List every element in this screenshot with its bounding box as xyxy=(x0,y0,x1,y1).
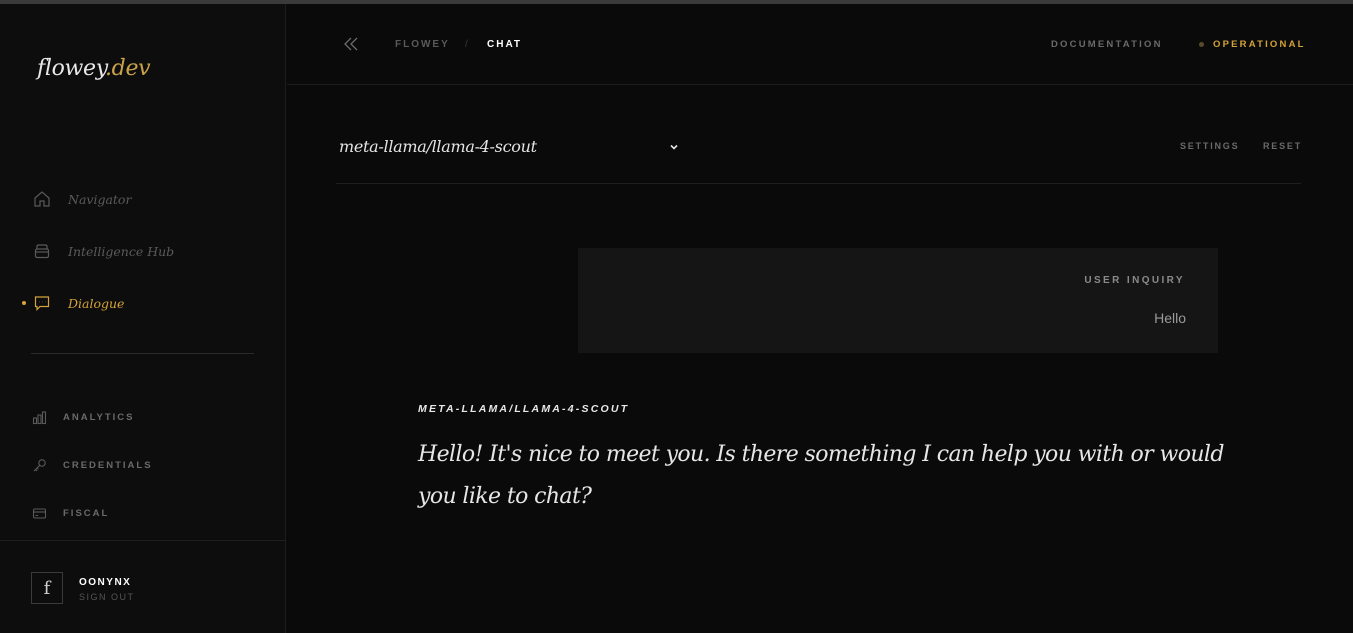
sidebar-divider xyxy=(31,353,254,354)
active-indicator xyxy=(22,249,26,253)
sidebar-item-analytics[interactable]: ANALYTICS xyxy=(31,408,135,426)
sidebar-item-label: FISCAL xyxy=(63,507,110,519)
archive-icon xyxy=(32,241,52,261)
sidebar-item-label: CREDENTIALS xyxy=(63,459,153,471)
sidebar-item-fiscal[interactable]: FISCAL xyxy=(31,504,109,522)
model-selector[interactable]: meta-llama/llama-4-scout xyxy=(339,134,684,158)
home-icon xyxy=(32,189,52,209)
settings-button[interactable]: SETTINGS xyxy=(1180,141,1239,151)
breadcrumb-root[interactable]: FLOWEY xyxy=(395,39,450,50)
bar-chart-icon xyxy=(31,409,47,425)
top-bar: FLOWEY / CHAT DOCUMENTATION OPERATIONAL xyxy=(287,4,1353,85)
sidebar-item-label: ANALYTICS xyxy=(63,411,135,423)
active-indicator xyxy=(22,197,26,201)
sign-out-link[interactable]: SIGN OUT xyxy=(79,592,135,602)
key-icon xyxy=(31,457,47,473)
breadcrumb-current: CHAT xyxy=(487,39,523,50)
user-name: OONYNX xyxy=(79,577,132,588)
collapse-sidebar-icon[interactable] xyxy=(343,36,361,52)
documentation-link[interactable]: DOCUMENTATION xyxy=(1051,39,1163,50)
chevron-down-icon xyxy=(668,140,680,152)
user-message-text: Hello xyxy=(1154,310,1186,326)
sidebar-item-label: Dialogue xyxy=(68,295,125,311)
sidebar-item-navigator[interactable]: Navigator xyxy=(22,187,262,211)
status-indicator-dot xyxy=(1199,42,1204,47)
brand-logo[interactable]: flowey.dev xyxy=(37,56,151,81)
status-badge: OPERATIONAL xyxy=(1213,39,1306,50)
breadcrumb-separator: / xyxy=(465,39,470,50)
assistant-model-label: META-LLAMA/LLAMA-4-SCOUT xyxy=(418,403,630,415)
brand-tld: .dev xyxy=(104,56,151,81)
credit-card-icon xyxy=(31,505,47,521)
sidebar: flowey.dev Navigator Intelligence Hub Di… xyxy=(0,4,286,633)
user-message-header: USER INQUIRY xyxy=(1084,275,1185,286)
active-indicator xyxy=(22,301,26,305)
sidebar-item-intelligence-hub[interactable]: Intelligence Hub xyxy=(22,239,262,263)
brand-name: flowey xyxy=(37,56,105,81)
assistant-message-text: Hello! It's nice to meet you. Is there s… xyxy=(418,442,1224,509)
sidebar-item-label: Intelligence Hub xyxy=(68,243,175,259)
model-selector-value: meta-llama/llama-4-scout xyxy=(339,136,537,156)
sidebar-item-label: Navigator xyxy=(68,191,132,207)
model-bar-divider xyxy=(336,183,1301,184)
chat-bubble-icon xyxy=(32,293,52,313)
sidebar-item-dialogue[interactable]: Dialogue xyxy=(22,291,262,315)
user-message-card: USER INQUIRY Hello xyxy=(578,248,1218,353)
sidebar-item-credentials[interactable]: CREDENTIALS xyxy=(31,456,153,474)
avatar[interactable]: f xyxy=(31,572,63,604)
reset-button[interactable]: RESET xyxy=(1263,141,1302,151)
sidebar-footer-divider xyxy=(0,540,286,541)
